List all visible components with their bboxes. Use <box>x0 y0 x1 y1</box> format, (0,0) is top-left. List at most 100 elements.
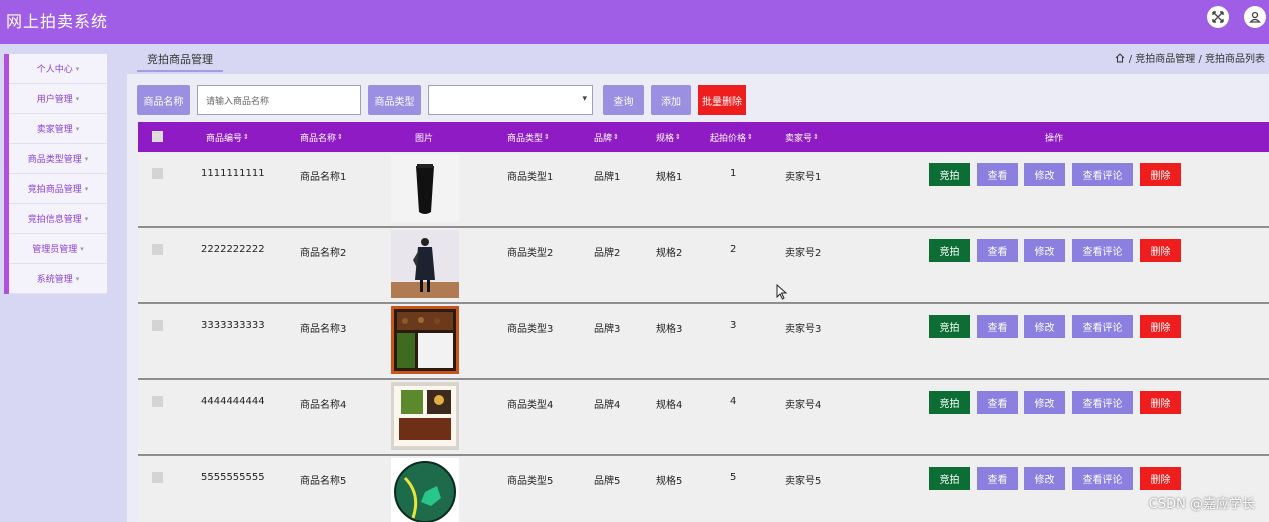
tab-bar: 竞拍商品管理 / 竞拍商品管理 / 竞拍商品列表 <box>127 44 1269 74</box>
edit-button[interactable]: 修改 <box>1024 467 1065 490</box>
watermark: CSDN @嘉应学长 <box>1148 497 1255 512</box>
view-reviews-button[interactable]: 查看评论 <box>1072 239 1133 262</box>
column-label: 品牌 <box>594 133 613 144</box>
auction-button[interactable]: 竞拍 <box>929 391 970 414</box>
column-price[interactable]: 起拍价格 ⇕ <box>710 122 753 152</box>
column-code[interactable]: 商品编号 ⇕ <box>206 122 249 152</box>
delete-button[interactable]: 删除 <box>1140 239 1181 262</box>
delete-button[interactable]: 删除 <box>1140 315 1181 338</box>
table-header: 商品编号 ⇕ 商品名称 ⇕ 图片 商品类型 ⇕ 品牌 ⇕ 规格 ⇕ 起拍价格 ⇕ 卖家号 ⇕ … <box>138 122 1269 152</box>
cell-name: 商品名称3 <box>300 324 347 335</box>
sidebar-item-label: 商品类型管理 <box>27 155 82 165</box>
cell-brand: 品牌2 <box>594 248 621 259</box>
edit-button[interactable]: 修改 <box>1024 391 1065 414</box>
batch-delete-button[interactable]: 批量删除 <box>698 85 746 115</box>
cell-code: 4444444444 <box>201 396 265 407</box>
edit-button[interactable]: 修改 <box>1024 239 1065 262</box>
cell-seller: 卖家号5 <box>785 476 822 487</box>
edit-button[interactable]: 修改 <box>1024 315 1065 338</box>
user-icon[interactable] <box>1244 6 1266 28</box>
auction-button[interactable]: 竞拍 <box>929 467 970 490</box>
cell-code: 2222222222 <box>201 244 265 255</box>
product-name-label: 商品名称 <box>137 85 190 115</box>
sort-icon: ⇕ <box>243 133 249 141</box>
view-button[interactable]: 查看 <box>977 467 1018 490</box>
column-seller[interactable]: 卖家号 ⇕ <box>785 122 819 152</box>
add-button[interactable]: 添加 <box>651 85 691 115</box>
column-label: 卖家号 <box>785 133 813 144</box>
table-row: 3333333333 商品名称3 商品类型3 品牌3 规格3 3 卖家号3 竞拍… <box>138 304 1269 380</box>
sort-icon: ⇕ <box>544 133 550 141</box>
row-checkbox[interactable] <box>152 168 163 179</box>
sidebar-item-label: 竞拍商品管理 <box>27 185 82 195</box>
row-checkbox[interactable] <box>152 244 163 255</box>
cell-price: 4 <box>730 396 737 407</box>
column-brand[interactable]: 品牌 ⇕ <box>594 122 619 152</box>
column-label: 商品编号 <box>206 133 243 144</box>
column-name[interactable]: 商品名称 ⇕ <box>300 122 343 152</box>
cell-name: 商品名称5 <box>300 476 347 487</box>
cell-seller: 卖家号1 <box>785 172 822 183</box>
table-row: 4444444444 商品名称4 商品类型4 品牌4 规格4 4 卖家号4 竞拍… <box>138 380 1269 456</box>
column-label: 商品类型 <box>507 133 544 144</box>
product-type-select[interactable]: ▾ <box>428 85 593 115</box>
sidebar-item-personal-center[interactable]: 个人中心 ▾ <box>9 54 107 84</box>
cell-type: 商品类型5 <box>507 476 554 487</box>
cell-spec: 规格1 <box>656 172 683 183</box>
sidebar-item-auction-info[interactable]: 竞拍信息管理 ▾ <box>9 204 107 234</box>
cell-name: 商品名称2 <box>300 248 347 259</box>
auction-button[interactable]: 竞拍 <box>929 239 970 262</box>
caret-down-icon: ▾ <box>75 64 80 73</box>
sidebar-item-product-types[interactable]: 商品类型管理 ▾ <box>9 144 107 174</box>
delete-button[interactable]: 删除 <box>1140 163 1181 186</box>
sidebar-item-admins[interactable]: 管理员管理 ▾ <box>9 234 107 264</box>
table-row: 2222222222 商品名称2 商品类型2 品牌2 规格2 2 卖家号2 竞拍… <box>138 228 1269 304</box>
row-checkbox[interactable] <box>152 396 163 407</box>
sidebar: 个人中心 ▾ 用户管理 ▾ 卖家管理 ▾ 商品类型管理 ▾ 竞拍商品管理 ▾ 竞拍信息管理… <box>4 54 107 294</box>
tab-auction-products[interactable]: 竞拍商品管理 <box>137 48 223 72</box>
cell-spec: 规格5 <box>656 476 683 487</box>
edit-button[interactable]: 修改 <box>1024 163 1065 186</box>
sidebar-item-label: 卖家管理 <box>36 125 73 135</box>
view-button[interactable]: 查看 <box>977 391 1018 414</box>
cell-price: 3 <box>730 320 737 331</box>
sidebar-item-system[interactable]: 系统管理 ▾ <box>9 264 107 294</box>
view-reviews-button[interactable]: 查看评论 <box>1072 315 1133 338</box>
sort-icon: ⇕ <box>675 133 681 141</box>
delete-button[interactable]: 删除 <box>1140 467 1181 490</box>
sidebar-item-sellers[interactable]: 卖家管理 ▾ <box>9 114 107 144</box>
view-button[interactable]: 查看 <box>977 163 1018 186</box>
top-bar: 网上拍卖系统 <box>0 0 1269 44</box>
delete-button[interactable]: 删除 <box>1140 391 1181 414</box>
row-checkbox[interactable] <box>152 472 163 483</box>
view-button[interactable]: 查看 <box>977 239 1018 262</box>
view-reviews-button[interactable]: 查看评论 <box>1072 391 1133 414</box>
product-name-input[interactable]: 请输入商品名称 <box>197 85 361 115</box>
sidebar-item-label: 竞拍信息管理 <box>27 215 82 225</box>
meal-tray-image <box>391 382 459 450</box>
cell-code: 3333333333 <box>201 320 265 331</box>
view-reviews-button[interactable]: 查看评论 <box>1072 467 1133 490</box>
sidebar-item-auction-products[interactable]: 竞拍商品管理 ▾ <box>9 174 107 204</box>
view-reviews-button[interactable]: 查看评论 <box>1072 163 1133 186</box>
query-button[interactable]: 查询 <box>603 85 644 115</box>
cell-brand: 品牌5 <box>594 476 621 487</box>
sidebar-item-label: 管理员管理 <box>32 245 78 255</box>
column-spec[interactable]: 规格 ⇕ <box>656 122 681 152</box>
cell-brand: 品牌4 <box>594 400 621 411</box>
select-all-checkbox[interactable] <box>152 131 163 142</box>
auction-button[interactable]: 竞拍 <box>929 163 970 186</box>
sidebar-item-users[interactable]: 用户管理 ▾ <box>9 84 107 114</box>
column-label: 规格 <box>656 133 675 144</box>
cell-seller: 卖家号3 <box>785 324 822 335</box>
breadcrumb-path: / 竞拍商品管理 / 竞拍商品列表 <box>1128 54 1265 65</box>
view-button[interactable]: 查看 <box>977 315 1018 338</box>
home-icon[interactable] <box>1115 52 1125 63</box>
cell-price: 5 <box>730 472 737 483</box>
cell-seller: 卖家号2 <box>785 248 822 259</box>
cell-spec: 规格4 <box>656 400 683 411</box>
auction-button[interactable]: 竞拍 <box>929 315 970 338</box>
row-checkbox[interactable] <box>152 320 163 331</box>
expand-icon[interactable] <box>1207 6 1229 28</box>
column-type[interactable]: 商品类型 ⇕ <box>507 122 550 152</box>
